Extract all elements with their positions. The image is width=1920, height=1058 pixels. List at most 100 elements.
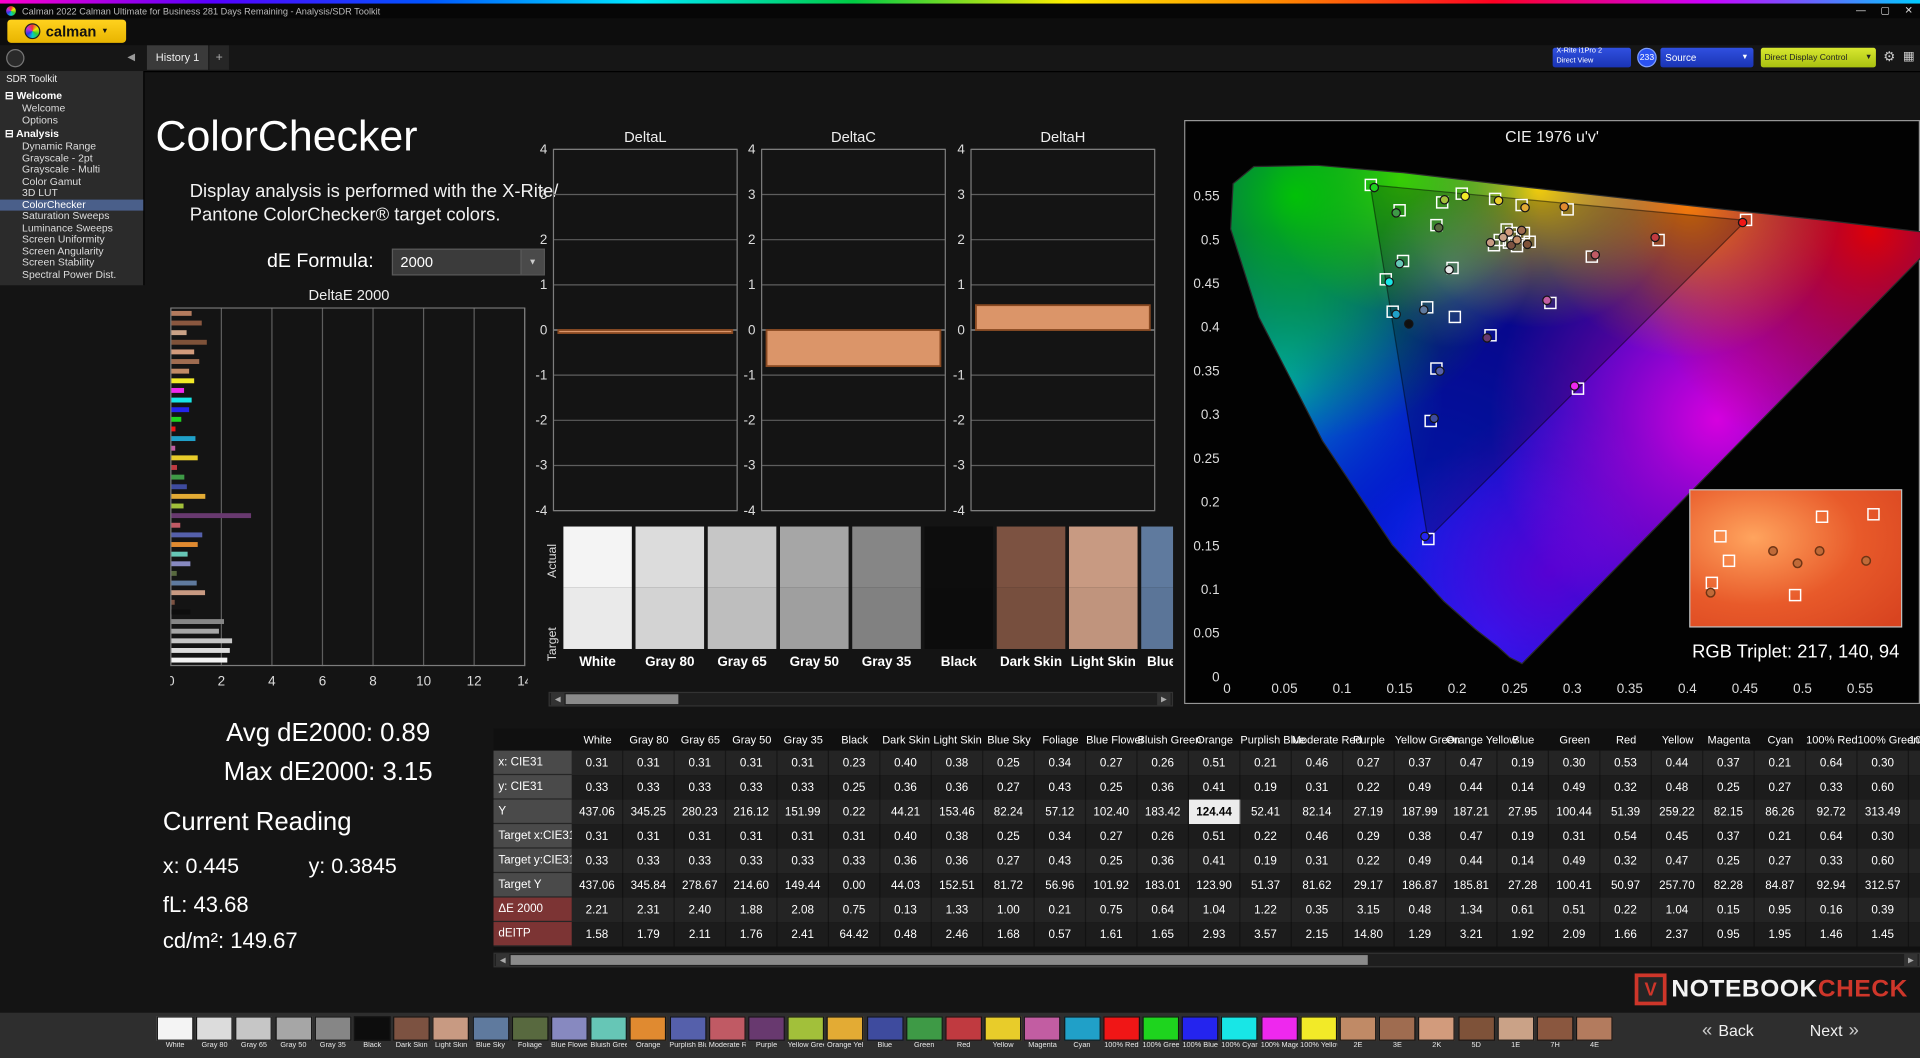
deltae-bar-black [171, 609, 191, 615]
cie-measured-point [1512, 235, 1522, 245]
source-selector[interactable]: Source ▼ [1660, 47, 1754, 68]
patch-chip-100-cyan[interactable]: 100% Cyan [1221, 1016, 1259, 1049]
patch-chip-blue[interactable]: Blue [866, 1016, 904, 1049]
deltae-bar-2k [171, 349, 195, 355]
reading-x-value: x: 0.445 [162, 853, 240, 878]
add-tab-button[interactable]: + [209, 45, 229, 70]
calman-logo-button[interactable]: calman ▼ [7, 19, 127, 43]
patch-chip-blue-flower[interactable]: Blue Flower [551, 1016, 588, 1049]
sidebar-collapse-icon[interactable]: ◀ [127, 51, 135, 62]
patch-chip-1e[interactable]: 1E [1497, 1016, 1535, 1049]
patch-chip-moderate-red[interactable]: Moderate Red [708, 1016, 746, 1049]
column-header: Gray 35 [783, 733, 823, 746]
patch-chip-gray-80[interactable]: Gray 80 [196, 1016, 233, 1049]
next-button[interactable]: Next » [1810, 1020, 1859, 1041]
patch-chip-3e[interactable]: 3E [1379, 1016, 1416, 1049]
column-header: Foliage [1042, 733, 1079, 746]
patch-chip-5d[interactable]: 5D [1457, 1016, 1495, 1049]
svg-text:-3: -3 [953, 458, 965, 473]
column-header: Orange Yellow [1446, 733, 1518, 746]
sidebar-item-welcome[interactable]: Welcome [0, 102, 143, 115]
tab-history-1[interactable]: History 1 [146, 45, 209, 70]
patch-chip-gray-65[interactable]: Gray 65 [235, 1016, 273, 1049]
back-button[interactable]: « Back [1702, 1020, 1754, 1041]
sidebar-item-dynamic-range[interactable]: Dynamic Range [0, 140, 143, 153]
patch-chip-purple[interactable]: Purple [748, 1016, 785, 1049]
patch-chip-red[interactable]: Red [945, 1016, 983, 1049]
minimize-button[interactable]: — [1856, 5, 1866, 16]
scrollbar-thumb[interactable] [565, 694, 679, 705]
patch-chip-4e[interactable]: 4E [1576, 1016, 1613, 1049]
swatch-strip-scrollbar[interactable]: ◀ ▶ [548, 691, 1174, 707]
patch-chip-yellow[interactable]: Yellow [984, 1016, 1022, 1049]
table-row-target-y-cie31: Target y:CIE31 0.33 0.33 0.33 0.33 0.33 0.33 0.… [493, 848, 1920, 874]
deltae-bar-yellow [171, 455, 198, 461]
sidebar-item-saturation-sweeps[interactable]: Saturation Sweeps [0, 210, 143, 223]
display-control-selector[interactable]: Direct Display Control ▼ [1760, 47, 1876, 68]
column-header: White [583, 733, 612, 746]
patch-chip-100-blue[interactable]: 100% Blue [1181, 1016, 1219, 1049]
patch-chip-green[interactable]: Green [905, 1016, 943, 1049]
cie-1976-diagram: 0 0.05 0.1 0.15 0.2 0.25 0.3 0.35 0.4 0.45 0.5 0.55… [1184, 120, 1920, 705]
scroll-right-icon[interactable]: ▶ [1157, 693, 1171, 706]
patch-chip-gray-35[interactable]: Gray 35 [314, 1016, 352, 1049]
scrollbar-thumb[interactable] [510, 955, 1368, 965]
table-header-row: White Gray 80 Gray 65 Gray 50 Gray 35 Black Da… [493, 729, 1920, 751]
sidebar-item-screen-stability[interactable]: Screen Stability [0, 257, 143, 269]
meter-selector[interactable]: X-Rite i1Pro 2 Direct View [1552, 47, 1632, 68]
swatch-gray-35: Gray 35 [852, 526, 921, 670]
column-header: 100% Green [1857, 733, 1920, 746]
patch-chip-bluish-green[interactable]: Bluish Green [590, 1016, 628, 1049]
target-axis-label: Target [546, 627, 560, 662]
deltae-bar-blue-sky [171, 580, 197, 586]
patch-chip-100-yellow[interactable]: 100% Yellow [1300, 1016, 1337, 1049]
patch-chip-7h[interactable]: 7H [1536, 1016, 1574, 1049]
patch-chip-100-green[interactable]: 100% Green [1142, 1016, 1180, 1049]
patch-chip-orange[interactable]: Orange [629, 1016, 667, 1049]
patch-chip-cyan[interactable]: Cyan [1063, 1016, 1101, 1049]
patch-chip-2k[interactable]: 2K [1418, 1016, 1456, 1049]
patch-chip-100-magenta[interactable]: 100% Magenta [1260, 1016, 1298, 1049]
patch-chip-gray-50[interactable]: Gray 50 [275, 1016, 312, 1049]
sidebar-item-3d-lut[interactable]: 3D LUT [0, 187, 143, 199]
patch-chip-magenta[interactable]: Magenta [1024, 1016, 1061, 1049]
patch-chip-orange-yellow[interactable]: Orange Yellow [827, 1016, 864, 1049]
profile-badge[interactable]: 233 [1637, 47, 1657, 68]
delta-bar [765, 329, 942, 368]
patch-chip-100-red[interactable]: 100% Red [1103, 1016, 1140, 1049]
column-header: Gray 80 [629, 733, 669, 746]
window-titlebar: Calman 2022 Calman Ultimate for Business… [0, 3, 1920, 19]
svg-text:4: 4 [957, 144, 965, 156]
menu-button[interactable] [6, 48, 25, 68]
patch-chip-yellow-green[interactable]: Yellow Green [787, 1016, 825, 1049]
patch-chip-blue-sky[interactable]: Blue Sky [472, 1016, 509, 1049]
de-formula-dropdown[interactable]: 2000 ▼ [391, 248, 545, 276]
patch-chip-black[interactable]: Black [353, 1016, 391, 1049]
sidebar-item-options[interactable]: Options [0, 114, 143, 126]
scroll-right-icon[interactable]: ▶ [1904, 953, 1918, 967]
patch-chip-dark-skin[interactable]: Dark Skin [393, 1016, 431, 1049]
svg-text:12: 12 [467, 674, 482, 689]
column-header: Orange [1196, 733, 1234, 746]
sidebar-item-grayscale-multi[interactable]: Grayscale - Multi [0, 163, 143, 176]
patch-chip-foliage[interactable]: Foliage [511, 1016, 549, 1049]
svg-text:1: 1 [957, 277, 964, 292]
deltae-bar-100-blue [171, 407, 190, 413]
patch-chip-light-skin[interactable]: Light Skin [432, 1016, 470, 1049]
scroll-left-icon[interactable]: ◀ [495, 953, 510, 967]
table-scrollbar[interactable]: ◀ ▶ [493, 952, 1920, 968]
cie-measured-point [1485, 237, 1496, 248]
settings-gear-icon[interactable]: ⚙ [1883, 49, 1895, 65]
patch-chip-2e[interactable]: 2E [1339, 1016, 1377, 1049]
patch-chip-purplish-blue[interactable]: Purplish Blue [669, 1016, 707, 1049]
sidebar-item-screen-uniformity[interactable]: Screen Uniformity [0, 233, 143, 246]
sidebar-item-spectral-power-dist-[interactable]: Spectral Power Dist. [0, 268, 143, 281]
patch-chip-white[interactable]: White [156, 1016, 194, 1049]
delta-bar [975, 304, 1151, 331]
scroll-left-icon[interactable]: ◀ [551, 693, 565, 706]
layout-grid-icon[interactable]: ▦ [1903, 50, 1915, 63]
cie-measured-point [1520, 202, 1530, 213]
close-button[interactable]: ✕ [1904, 5, 1912, 16]
maximize-button[interactable]: ▢ [1880, 5, 1889, 16]
svg-text:0.15: 0.15 [1386, 681, 1412, 696]
